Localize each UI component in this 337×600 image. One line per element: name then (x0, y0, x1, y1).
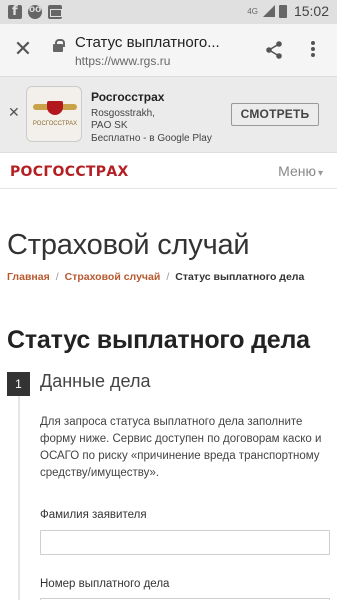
messenger-notification-icon (28, 4, 42, 19)
site-header: РОСГОССТРАХ Меню ▾ (0, 153, 337, 189)
step-title: Данные дела (40, 371, 151, 391)
system-indicators: 4G 15:02 (247, 3, 329, 19)
battery-icon (278, 4, 287, 18)
chevron-down-icon: ▾ (317, 168, 323, 179)
page-url[interactable]: https://www.rgs.ru (75, 54, 170, 68)
status-bar: 4G 15:02 (0, 0, 337, 24)
app-price: Бесплатно - в Google Play (91, 133, 212, 144)
banner-close-icon[interactable]: ✕ (8, 104, 20, 121)
page-heading: Страховой случай (7, 229, 250, 261)
view-app-button[interactable]: СМОТРЕТЬ (231, 103, 319, 126)
surname-label: Фамилия заявителя (40, 509, 147, 521)
network-type: 4G (247, 6, 258, 16)
app-developer-line1: Rosgosstrakh, (91, 108, 155, 119)
breadcrumb-insurance-case[interactable]: Страховой случай (65, 271, 161, 283)
notification-icons (8, 4, 62, 19)
image-notification-icon (48, 5, 62, 19)
case-number-label: Номер выплатного дела (40, 578, 170, 590)
form-description: Для запроса статуса выплатного дела запо… (40, 416, 322, 479)
overflow-menu-icon[interactable] (306, 38, 320, 60)
app-logo-icon: РОСГОССТРАХ (26, 86, 82, 142)
breadcrumb-home[interactable]: Главная (7, 271, 50, 283)
share-icon[interactable] (264, 40, 284, 60)
facebook-notification-icon (8, 4, 22, 19)
site-menu-label: Меню (278, 163, 316, 179)
app-install-banner: ✕ РОСГОССТРАХ Росгосстрах Rosgosstrakh, … (0, 76, 337, 153)
site-logo[interactable]: РОСГОССТРАХ (10, 164, 129, 180)
step-number-badge: 1 (7, 372, 30, 396)
close-tab-icon[interactable]: ✕ (12, 38, 34, 60)
breadcrumb-current: Статус выплатного дела (175, 271, 305, 283)
breadcrumb: Главная / Страховой случай / Статус выплатно… (7, 271, 305, 283)
app-name: Росгосстрах (91, 90, 165, 104)
signal-icon (262, 5, 275, 17)
site-menu-button[interactable]: Меню ▾ (278, 163, 323, 179)
page-title[interactable]: Статус выплатного... (75, 34, 245, 51)
browser-toolbar: ✕ Статус выплатного... https://www.rgs.r… (0, 24, 337, 76)
step-connector-line (18, 396, 20, 600)
app-developer-line2: PAO SK (91, 120, 128, 131)
lock-icon[interactable] (53, 39, 65, 52)
section-title: Статус выплатного дела (7, 326, 310, 354)
clock: 15:02 (293, 3, 329, 19)
surname-input[interactable] (40, 530, 330, 555)
